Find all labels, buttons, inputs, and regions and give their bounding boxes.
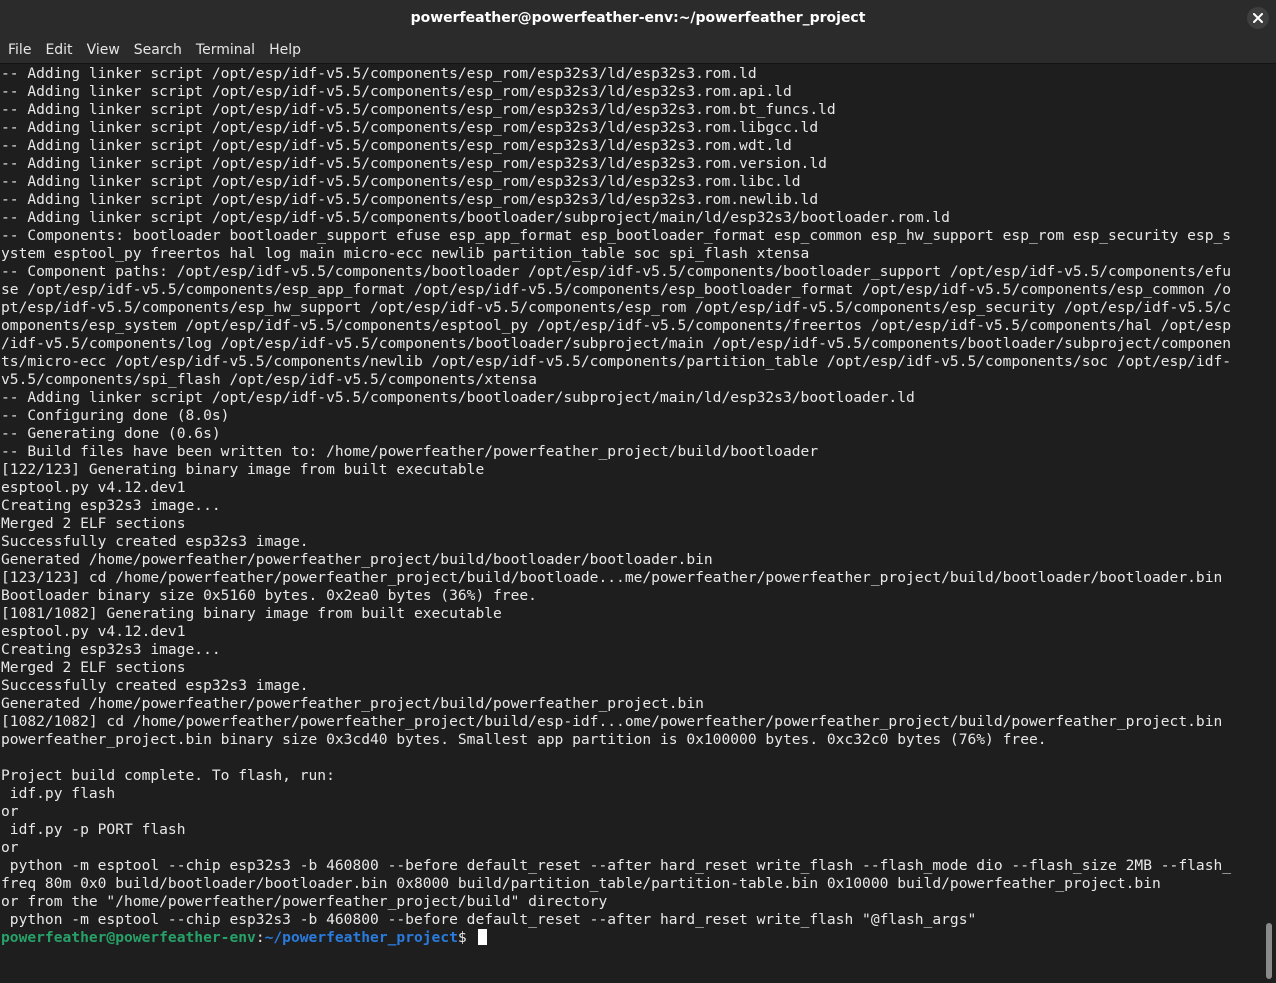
scrollbar-thumb[interactable] [1266, 923, 1272, 979]
terminal-line: -- Components: bootloader bootloader_sup… [1, 227, 1232, 244]
text-cursor [478, 929, 488, 945]
terminal-line: -- Adding linker script /opt/esp/idf-v5.… [1, 173, 801, 190]
terminal-line: idf.py flash [1, 785, 116, 802]
terminal-line: Successfully created esp32s3 image. [1, 677, 309, 694]
terminal-line: Bootloader binary size 0x5160 bytes. 0x2… [1, 587, 537, 604]
terminal-line: -- Adding linker script /opt/esp/idf-v5.… [1, 389, 915, 406]
close-icon [1253, 13, 1263, 23]
terminal-line: ystem esptool_py freertos hal log main m… [1, 245, 810, 262]
terminal-line: -- Adding linker script /opt/esp/idf-v5.… [1, 191, 819, 208]
terminal-line: se /opt/esp/idf-v5.5/components/esp_app_… [1, 281, 1232, 298]
terminal-line: Creating esp32s3 image... [1, 497, 221, 514]
window-title: powerfeather@powerfeather-env:~/powerfea… [410, 10, 866, 26]
terminal-line: ts/micro-ecc /opt/esp/idf-v5.5/component… [1, 353, 1232, 370]
terminal-line: Generated /home/powerfeather/powerfeathe… [1, 551, 713, 568]
menu-bar: File Edit View Search Terminal Help [0, 36, 1276, 64]
terminal-line: -- Adding linker script /opt/esp/idf-v5.… [1, 65, 757, 82]
terminal-line: esptool.py v4.12.dev1 [1, 479, 186, 496]
terminal-line: [123/123] cd /home/powerfeather/powerfea… [1, 569, 1223, 586]
menu-search[interactable]: Search [127, 36, 189, 64]
terminal-line: -- Adding linker script /opt/esp/idf-v5.… [1, 209, 950, 226]
terminal-line: Successfully created esp32s3 image. [1, 533, 309, 550]
terminal-line: Project build complete. To flash, run: [1, 767, 335, 784]
terminal-line: pt/esp/idf-v5.5/components/esp_hw_suppor… [1, 299, 1232, 316]
terminal-line: /idf-v5.5/components/log /opt/esp/idf-v5… [1, 335, 1232, 352]
terminal-line: or [1, 803, 19, 820]
terminal-line: omponents/esp_system /opt/esp/idf-v5.5/c… [1, 317, 1232, 334]
terminal-line: esptool.py v4.12.dev1 [1, 623, 186, 640]
menu-view[interactable]: View [80, 36, 127, 64]
terminal-line: python -m esptool --chip esp32s3 -b 4608… [1, 911, 977, 928]
terminal-output[interactable]: -- Adding linker script /opt/esp/idf-v5.… [0, 64, 1262, 983]
menu-file[interactable]: File [0, 36, 38, 64]
terminal-line: Generated /home/powerfeather/powerfeathe… [1, 695, 704, 712]
terminal-line: v5.5/components/spi_flash /opt/esp/idf-v… [1, 371, 537, 388]
terminal-line: -- Adding linker script /opt/esp/idf-v5.… [1, 101, 836, 118]
menu-edit[interactable]: Edit [38, 36, 79, 64]
terminal-line: -- Build files have been written to: /ho… [1, 443, 819, 460]
terminal-line: -- Adding linker script /opt/esp/idf-v5.… [1, 137, 792, 154]
scrollbar[interactable] [1262, 64, 1276, 983]
prompt-symbol: $ [457, 929, 476, 946]
terminal-line: Merged 2 ELF sections [1, 515, 186, 532]
terminal-line: python -m esptool --chip esp32s3 -b 4608… [1, 857, 1232, 874]
terminal-line: -- Configuring done (8.0s) [1, 407, 230, 424]
prompt-colon: : [255, 929, 265, 946]
terminal-line: -- Adding linker script /opt/esp/idf-v5.… [1, 155, 827, 172]
title-bar[interactable]: powerfeather@powerfeather-env:~/powerfea… [0, 0, 1276, 36]
terminal-line: -- Adding linker script /opt/esp/idf-v5.… [1, 83, 792, 100]
terminal-line: or [1, 839, 19, 856]
menu-help[interactable]: Help [262, 36, 308, 64]
terminal-line: Creating esp32s3 image... [1, 641, 221, 658]
terminal-line: [1081/1082] Generating binary image from… [1, 605, 502, 622]
terminal-line: -- Component paths: /opt/esp/idf-v5.5/co… [1, 263, 1232, 280]
terminal-lines: -- Adding linker script /opt/esp/idf-v5.… [0, 64, 1231, 983]
terminal-line: freq 80m 0x0 build/bootloader/bootloader… [1, 875, 1161, 892]
prompt-path: ~/powerfeather_project [264, 929, 458, 946]
terminal-line: [122/123] Generating binary image from b… [1, 461, 485, 478]
terminal-line: [1082/1082] cd /home/powerfeather/powerf… [1, 713, 1223, 730]
menu-terminal[interactable]: Terminal [189, 36, 262, 64]
close-button[interactable] [1247, 7, 1269, 29]
terminal-line: idf.py -p PORT flash [1, 821, 186, 838]
prompt-user-host: powerfeather@powerfeather-env [1, 929, 256, 946]
terminal-line: -- Adding linker script /opt/esp/idf-v5.… [1, 119, 819, 136]
terminal-line: -- Generating done (0.6s) [1, 425, 221, 442]
terminal-line: powerfeather_project.bin binary size 0x3… [1, 731, 1047, 748]
prompt-line[interactable]: powerfeather@powerfeather-env:~/powerfea… [1, 929, 1231, 947]
terminal-line: or from the "/home/powerfeather/powerfea… [1, 893, 608, 910]
terminal-line: Merged 2 ELF sections [1, 659, 186, 676]
terminal-window: powerfeather@powerfeather-env:~/powerfea… [0, 0, 1276, 983]
